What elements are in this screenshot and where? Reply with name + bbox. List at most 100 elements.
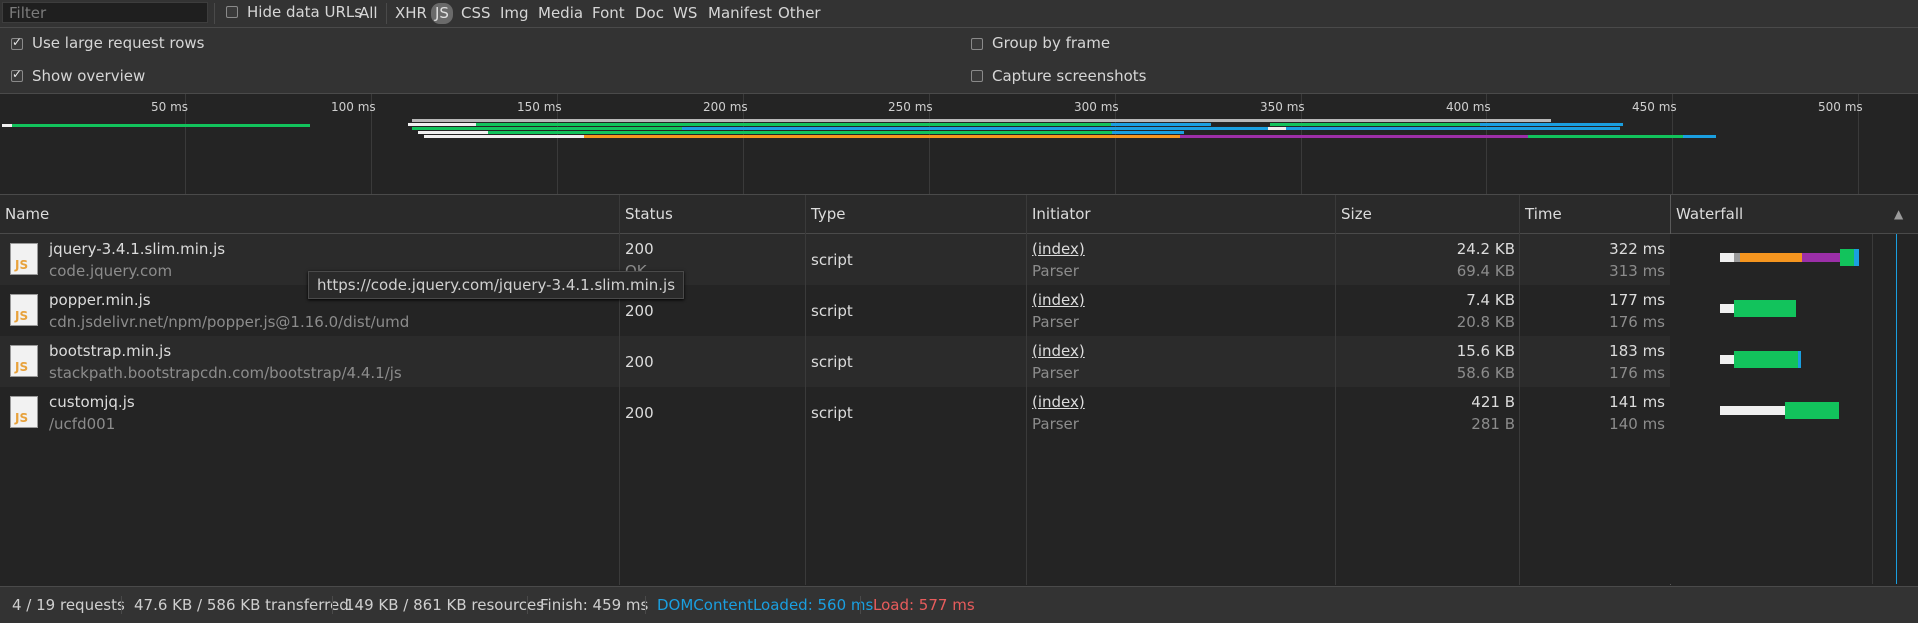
overview-bar: [408, 123, 476, 126]
initiator-link[interactable]: (index): [1032, 342, 1085, 360]
overview-bar: [682, 127, 1208, 130]
request-type: script: [811, 251, 853, 269]
request-type: script: [811, 404, 853, 422]
overview-bar: [1146, 119, 1551, 122]
table-row[interactable]: JS popper.min.js cdn.jsdelivr.net/npm/po…: [0, 285, 1670, 336]
initiator-link[interactable]: (index): [1032, 291, 1085, 309]
capture-screenshots-label: Capture screenshots: [992, 67, 1147, 85]
type-filter-media[interactable]: Media: [536, 3, 585, 24]
dom-content-loaded-marker: [1896, 234, 1897, 584]
initiator-type: Parser: [1032, 364, 1079, 382]
request-time: 183 ms: [1609, 342, 1665, 360]
column-header-status[interactable]: Status: [625, 195, 673, 233]
status-divider: [645, 596, 646, 614]
dom-content-loaded-time: DOMContentLoaded: 560 ms: [657, 596, 874, 614]
overview-bar: [1180, 135, 1528, 138]
waterfall-waiting-bar: [1840, 249, 1854, 266]
column-divider[interactable]: [1519, 195, 1520, 585]
capture-screenshots-checkbox[interactable]: [971, 70, 983, 82]
overview-bar: [1528, 135, 1683, 138]
large-rows-label: Use large request rows: [32, 34, 205, 52]
type-filter-img[interactable]: Img: [498, 3, 531, 24]
show-overview-checkbox[interactable]: [11, 67, 23, 82]
request-path: cdn.jsdelivr.net/npm/popper.js@1.16.0/di…: [49, 313, 410, 331]
request-name: customjq.js: [49, 393, 135, 411]
overview-tick-label: 350 ms: [1260, 100, 1305, 114]
waterfall-waiting-bar: [1734, 351, 1798, 368]
type-filter-doc[interactable]: Doc: [633, 3, 666, 24]
table-row[interactable]: JS bootstrap.min.js stackpath.bootstrapc…: [0, 336, 1670, 387]
overview-tick-label: 450 ms: [1632, 100, 1677, 114]
filter-toolbar: Hide data URLs All XHR JS CSS Img Media …: [0, 0, 1918, 28]
request-path: stackpath.bootstrapcdn.com/bootstrap/4.4…: [49, 364, 402, 382]
type-filter-css[interactable]: CSS: [459, 3, 493, 24]
request-type: script: [811, 302, 853, 320]
show-overview-label: Show overview: [32, 67, 146, 85]
overview-bar: [1112, 131, 1184, 134]
column-header-waterfall[interactable]: Waterfall: [1676, 195, 1743, 233]
type-filter-manifest[interactable]: Manifest: [706, 3, 774, 24]
column-header-size[interactable]: Size: [1341, 195, 1372, 233]
request-latency: 313 ms: [1609, 262, 1665, 280]
request-time: 177 ms: [1609, 291, 1665, 309]
type-filter-all[interactable]: All: [357, 3, 380, 24]
request-time: 141 ms: [1609, 393, 1665, 411]
js-file-icon: JS: [10, 243, 38, 275]
type-filter-font[interactable]: Font: [590, 3, 627, 24]
overview-bar: [418, 131, 488, 134]
initiator-link[interactable]: (index): [1032, 240, 1085, 258]
initiator-link[interactable]: (index): [1032, 393, 1085, 411]
overview-bar: [1683, 135, 1716, 138]
waterfall-waiting-bar: [1734, 300, 1796, 317]
resource-size: 69.4 KB: [1456, 262, 1515, 280]
overview-bar: [424, 135, 584, 138]
overview-tick-label: 150 ms: [517, 100, 562, 114]
type-filter-ws[interactable]: WS: [671, 3, 699, 24]
transfer-size: 24.2 KB: [1456, 240, 1515, 258]
request-name: bootstrap.min.js: [49, 342, 172, 360]
table-row[interactable]: JS jquery-3.4.1.slim.min.js code.jquery.…: [0, 234, 1670, 285]
column-divider[interactable]: [619, 195, 620, 585]
type-filter-xhr[interactable]: XHR: [393, 3, 429, 24]
overview-bar: [412, 127, 682, 130]
overview-tick-label: 200 ms: [703, 100, 748, 114]
type-filter-other[interactable]: Other: [776, 3, 823, 24]
column-header-name[interactable]: Name: [5, 195, 49, 233]
column-header-time[interactable]: Time: [1525, 195, 1562, 233]
table-row[interactable]: JS customjq.js /ucfd001 200 script (inde…: [0, 387, 1670, 438]
waterfall-queued-bar: [1720, 304, 1734, 313]
resources-size: 149 KB / 861 KB resources: [345, 596, 545, 614]
waterfall-connect-bar: [1740, 253, 1802, 262]
column-header-type[interactable]: Type: [811, 195, 845, 233]
overview-bar: [488, 131, 1184, 134]
group-by-frame-label: Group by frame: [992, 34, 1111, 52]
column-divider[interactable]: [805, 195, 806, 585]
toolbar-divider: [214, 3, 215, 24]
waterfall-queued-bar: [1720, 253, 1734, 262]
overview-tick-label: 100 ms: [331, 100, 376, 114]
waterfall-download-bar: [1798, 351, 1801, 368]
status-divider: [332, 596, 333, 614]
waterfall-queued-bar: [1720, 355, 1734, 364]
status-code: 200: [625, 302, 654, 320]
overview-bar: [12, 124, 310, 127]
request-name: jquery-3.4.1.slim.min.js: [49, 240, 226, 258]
sort-ascending-icon[interactable]: ▲: [1894, 195, 1903, 233]
js-file-icon: JS: [10, 396, 38, 428]
timeline-overview[interactable]: 50 ms 100 ms 150 ms 200 ms 250 ms 300 ms…: [0, 94, 1918, 195]
column-divider[interactable]: [1335, 195, 1336, 585]
column-divider[interactable]: [1026, 195, 1027, 585]
hide-data-urls-checkbox[interactable]: [226, 6, 238, 18]
request-path: /ucfd001: [49, 415, 116, 433]
group-by-frame-checkbox[interactable]: [971, 38, 983, 50]
large-rows-checkbox[interactable]: [11, 35, 23, 50]
request-latency: 176 ms: [1609, 364, 1665, 382]
status-bar: 4 / 19 requests 47.6 KB / 586 KB transfe…: [0, 586, 1918, 623]
request-count: 4 / 19 requests: [12, 596, 125, 614]
request-path: code.jquery.com: [49, 262, 173, 280]
overview-tick-label: 250 ms: [888, 100, 933, 114]
column-header-initiator[interactable]: Initiator: [1032, 195, 1091, 233]
type-filter-js[interactable]: JS: [431, 3, 453, 24]
load-time: Load: 577 ms: [873, 596, 975, 614]
filter-input[interactable]: [2, 2, 208, 23]
